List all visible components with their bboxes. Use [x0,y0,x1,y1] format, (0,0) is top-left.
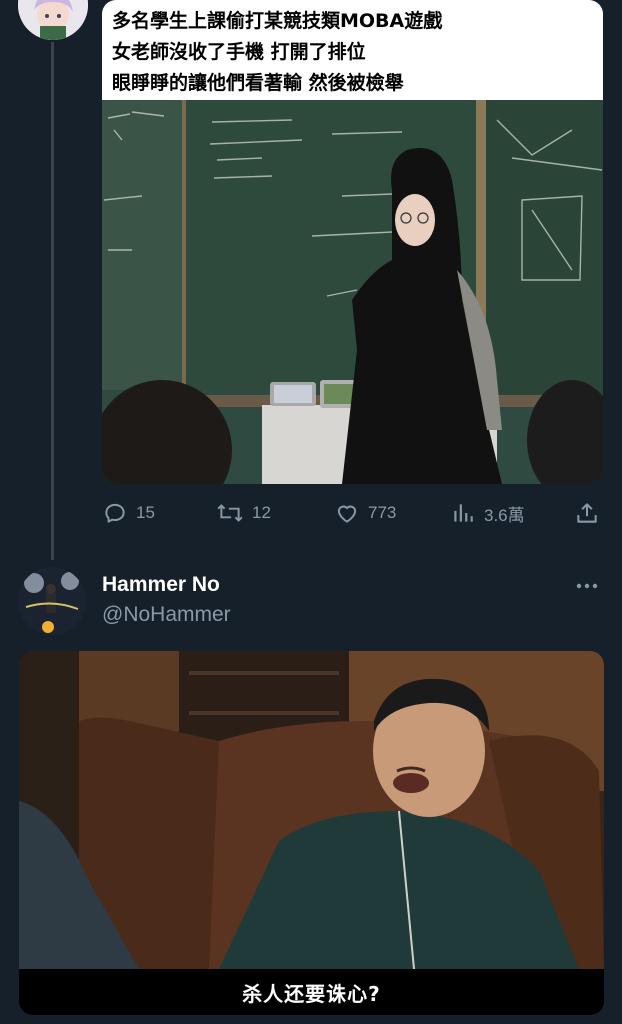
reply-button[interactable]: 15 [102,498,155,528]
reply-count: 15 [136,503,155,522]
share-upload-icon [577,503,597,523]
movie-scene-still [19,651,604,970]
heart-icon [337,505,357,523]
reply-author-handle[interactable]: @NoHammer [102,603,231,627]
original-author-avatar[interactable] [18,0,88,40]
share-button[interactable] [574,498,600,528]
reply-media-image[interactable]: 杀人还要诛心? [19,651,604,1015]
reply-author-name[interactable]: Hammer No [102,573,220,597]
post-media-image[interactable]: 多名學生上課偷打某競技類MOBA遊戲 女老師沒收了手機 打開了排位 眼睜睜的讓他… [102,0,603,484]
repost-arrows-icon [217,504,243,522]
reply-author-avatar[interactable] [18,567,86,635]
thread-connector-line [51,42,54,560]
repost-count: 12 [252,503,271,522]
image-caption-band: 多名學生上課偷打某競技類MOBA遊戲 女老師沒收了手機 打開了排位 眼睜睜的讓他… [102,0,603,100]
speech-bubble-icon [105,503,125,523]
stage-performer-avatar [18,567,86,635]
classroom-teacher-photo [102,100,603,484]
video-subtitle-text: 杀人还要诛心? [242,981,381,1006]
timeline: 多名學生上課偷打某競技類MOBA遊戲 女老師沒收了手機 打開了排位 眼睜睜的讓他… [0,0,622,1024]
bar-chart-icon [454,504,473,522]
like-count: 773 [368,503,397,522]
caption-line-3: 眼睜睜的讓他們看著輸 然後被檢舉 [112,72,404,94]
anime-avatar-illustration [18,0,88,40]
like-button[interactable]: 773 [334,498,396,528]
repost-button[interactable]: 12 [216,498,271,528]
post-action-bar: 15 12 773 3.6萬 [102,498,602,528]
views-count: 3.6萬 [484,505,525,525]
more-options-button[interactable] [572,576,602,596]
more-dots-icon [576,583,598,589]
caption-line-1: 多名學生上課偷打某競技類MOBA遊戲 [112,10,443,32]
video-subtitle-band: 杀人还要诛心? [19,969,604,1015]
caption-line-2: 女老師沒收了手機 打開了排位 [112,41,366,63]
views-button[interactable]: 3.6萬 [450,498,525,528]
